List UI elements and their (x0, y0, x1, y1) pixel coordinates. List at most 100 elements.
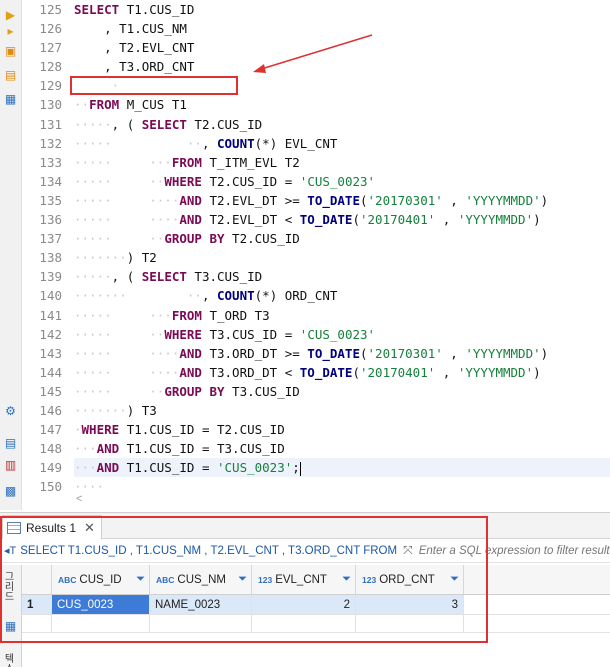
load-script-icon[interactable]: ▦ (3, 92, 18, 107)
token-dot: ··· (74, 460, 97, 476)
editor-hscroll[interactable]: < (74, 492, 610, 506)
token-fn: TO_DATE (307, 345, 360, 361)
token-dot: ····· ···· (74, 212, 180, 228)
export-icon[interactable]: ▥ (3, 458, 18, 473)
token-text: T1.CUS_ID = T2.CUS_ID (119, 422, 285, 438)
token-text: T2.EVL_DT >= (201, 192, 308, 208)
token-str: 'YYYYMMDD' (457, 212, 534, 228)
line-number: 139 (39, 269, 62, 285)
code-line[interactable]: ·····, ( SELECT T2.CUS_ID (74, 115, 610, 134)
code-line[interactable]: ·WHERE T1.CUS_ID = T2.CUS_ID (74, 420, 610, 439)
line-number: 145 (39, 383, 62, 399)
token-text: T2.CUS_ID (224, 231, 300, 247)
token-str: '20170301' (367, 192, 443, 208)
editor-gutter: ▶ ▸ ▣ ▤ ▦ ⚙ ▤ ▥ ▩ (0, 0, 22, 510)
line-number: 141 (39, 307, 62, 323)
token-dot: ····· ···· (74, 192, 180, 208)
token-str: '20170401' (360, 212, 436, 228)
token-text: (*) ORD_CNT (254, 288, 338, 304)
code-line[interactable]: ····· ··WHERE T2.CUS_ID = 'CUS_0023' (74, 172, 610, 191)
line-number: 132 (39, 135, 62, 151)
token-kw: AND (179, 192, 202, 208)
annotation-box-line-129 (70, 76, 238, 95)
token-text: T3.CUS_ID = (201, 326, 300, 342)
execute-script-icon[interactable]: ▸ (3, 24, 18, 39)
code-line[interactable]: ·······) T3 (74, 401, 610, 420)
token-dot: ······· (74, 402, 127, 418)
explain-plan-icon[interactable]: ▤ (3, 68, 18, 83)
token-dot: ····· ·· (74, 135, 202, 151)
line-number: 125 (39, 2, 62, 17)
code-line[interactable]: ····· ····AND T2.EVL_DT < TO_DATE('20170… (74, 210, 610, 229)
line-number: 137 (39, 231, 62, 247)
token-dot: ····· (74, 269, 112, 285)
format-sql-icon[interactable]: ▤ (3, 436, 18, 451)
settings-gear-icon[interactable]: ⚙ (3, 404, 18, 419)
execute-statement-icon[interactable]: ▶ (3, 8, 18, 23)
code-line[interactable]: ··FROM M_CUS T1 (74, 95, 610, 114)
execute-new-tab-icon[interactable]: ▣ (3, 44, 18, 59)
token-fn: TO_DATE (299, 364, 353, 380)
line-number: 136 (39, 212, 62, 228)
token-text: T2.EVL_DT < (201, 212, 300, 228)
code-line[interactable]: ···AND T1.CUS_ID = T3.CUS_ID (74, 439, 610, 458)
code-line[interactable]: ····· ··WHERE T3.CUS_ID = 'CUS_0023' (74, 325, 610, 344)
token-text: T2.CUS_ID = (201, 173, 300, 189)
line-number: 127 (39, 40, 62, 56)
code-line[interactable]: ·····, ( SELECT T3.CUS_ID (74, 267, 610, 286)
token-text: ( (359, 192, 368, 208)
token-text: T_ORD T3 (201, 307, 270, 323)
line-number: 148 (39, 441, 62, 457)
code-line[interactable]: ····· ···FROM T_ORD T3 (74, 306, 610, 325)
token-text: ) (533, 364, 541, 380)
token-kw: FROM (171, 307, 202, 323)
token-fn: TO_DATE (299, 212, 353, 228)
line-number: 130 (39, 97, 62, 113)
token-fn: COUNT (217, 135, 255, 151)
token-kw: SELECT (74, 2, 120, 17)
token-text: T3.ORD_DT >= (201, 345, 308, 361)
code-line[interactable]: ····· ··GROUP BY T2.CUS_ID (74, 229, 610, 248)
code-line[interactable]: ····· ··, COUNT(*) EVL_CNT (74, 134, 610, 153)
token-str: 'YYYYMMDD' (465, 345, 541, 361)
token-dot: ····· ·· (74, 383, 165, 399)
text-caret (299, 461, 301, 476)
token-text: T_ITM_EVL T2 (201, 154, 300, 170)
token-text: T3.CUS_ID (186, 269, 263, 285)
token-str: '20170401' (360, 364, 436, 380)
token-text: ) (540, 192, 549, 208)
token-str: 'YYYYMMDD' (465, 192, 541, 208)
code-line[interactable]: ······· ··, COUNT(*) ORD_CNT (74, 286, 610, 305)
line-number: 134 (39, 173, 62, 189)
code-line[interactable]: SELECT T1.CUS_ID (74, 0, 610, 19)
token-kw: FROM (171, 154, 202, 170)
token-str: 'CUS_0023' (299, 326, 376, 342)
token-text: ) T2 (126, 250, 157, 266)
token-text: , ( (111, 269, 142, 285)
token-kw: AND (179, 212, 202, 228)
code-line[interactable]: ····· ····AND T3.ORD_DT < TO_DATE('20170… (74, 363, 610, 382)
token-text: ( (352, 364, 360, 380)
code-line[interactable]: ····· ··GROUP BY T3.CUS_ID (74, 382, 610, 401)
token-dot: ····· ·· (74, 231, 165, 247)
token-dot: ·· (74, 97, 90, 113)
code-line[interactable]: ····· ····AND T3.ORD_DT >= TO_DATE('2017… (74, 344, 610, 363)
code-line[interactable]: ···AND T1.CUS_ID = 'CUS_0023'; (74, 458, 610, 478)
code-line[interactable]: ····· ····AND T2.EVL_DT >= TO_DATE('2017… (74, 191, 610, 210)
token-kw: FROM (89, 97, 120, 113)
token-dot: ····· ·· (74, 173, 165, 189)
token-text: , (442, 345, 466, 361)
token-fn: COUNT (217, 288, 255, 304)
line-number: 138 (39, 250, 62, 266)
variables-icon[interactable]: ▩ (3, 484, 18, 499)
token-fn: TO_DATE (307, 192, 360, 208)
token-text: (*) EVL_CNT (254, 135, 338, 151)
line-number: 133 (39, 154, 62, 170)
token-text: ) (540, 345, 549, 361)
text-view-label[interactable]: 텍스트 (0, 653, 15, 667)
token-dot (74, 40, 104, 55)
token-text: , T3.ORD_CNT (104, 59, 195, 75)
code-line[interactable]: ·······) T2 (74, 248, 610, 267)
token-kw: GROUP BY (164, 383, 225, 399)
code-line[interactable]: ····· ···FROM T_ITM_EVL T2 (74, 153, 610, 172)
